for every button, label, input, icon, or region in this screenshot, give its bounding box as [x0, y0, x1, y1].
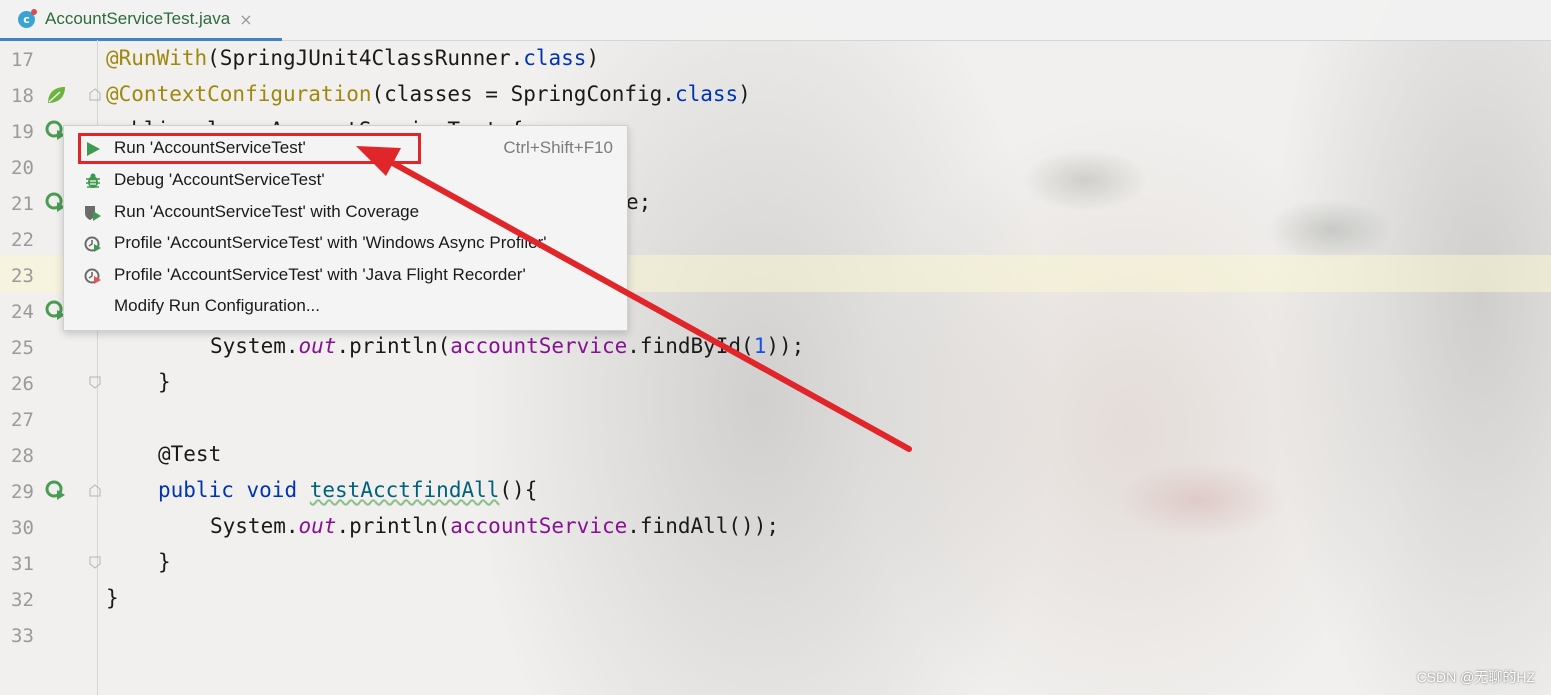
watermark: CSDN @无聊的HZ	[1416, 669, 1535, 685]
red-arrow-annotation	[356, 146, 912, 452]
